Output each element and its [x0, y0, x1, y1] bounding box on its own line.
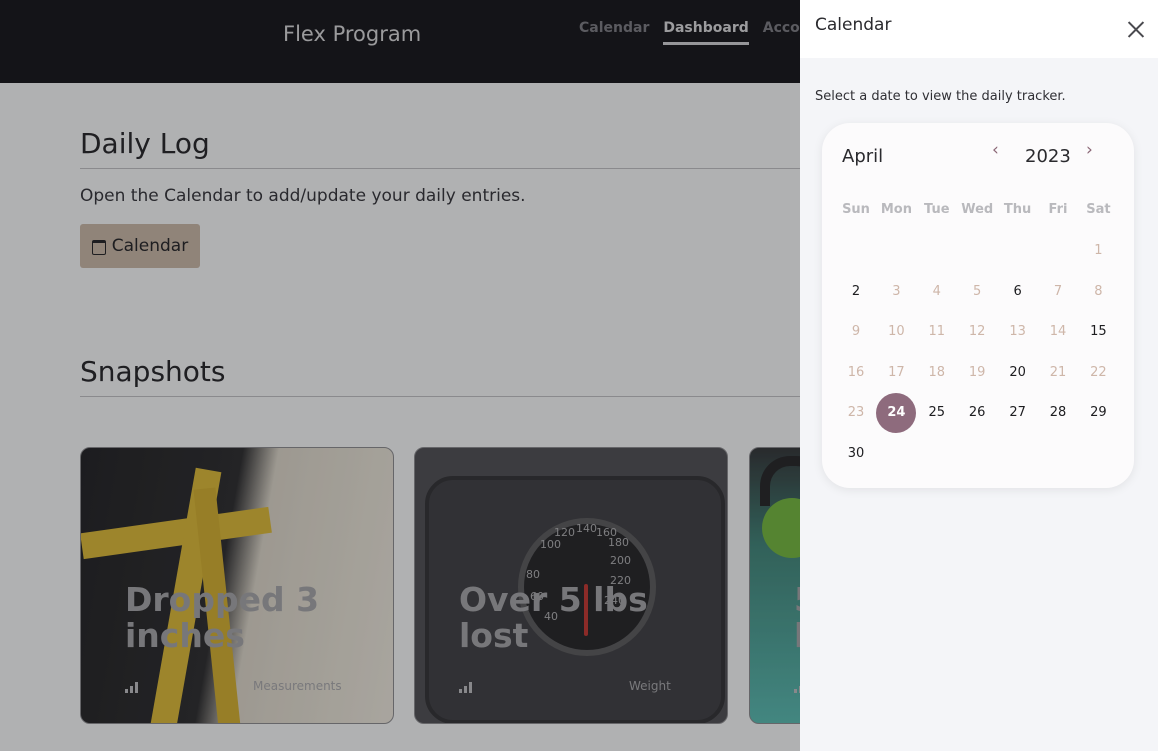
- calendar-day[interactable]: 6: [998, 272, 1038, 312]
- calendar-day[interactable]: 17: [876, 353, 916, 393]
- calendar-day[interactable]: 26: [957, 393, 997, 433]
- calendar-month[interactable]: April: [842, 146, 883, 167]
- calendar-day[interactable]: 3: [876, 272, 916, 312]
- calendar-day[interactable]: 30: [836, 434, 876, 474]
- calendar-day[interactable]: 8: [1078, 272, 1118, 312]
- weekday-header: Fri: [1048, 202, 1068, 217]
- date-picker: April ‹ 2023 › Sun Mon Tue Wed Thu Fri Sat 1 2 3 4…: [822, 123, 1134, 488]
- calendar-day[interactable]: 5: [957, 272, 997, 312]
- calendar-day[interactable]: 23: [836, 393, 876, 433]
- calendar-day-selected[interactable]: 24: [876, 393, 917, 433]
- calendar-day[interactable]: 16: [836, 353, 876, 393]
- calendar-day[interactable]: 22: [1078, 353, 1118, 393]
- calendar-day[interactable]: 25: [917, 393, 957, 433]
- calendar-day[interactable]: 21: [1038, 353, 1078, 393]
- close-icon[interactable]: [1127, 20, 1145, 38]
- weekday-header: Tue: [924, 202, 950, 217]
- calendar-day[interactable]: 9: [836, 312, 876, 352]
- calendar-day[interactable]: 14: [1038, 312, 1078, 352]
- calendar-day[interactable]: 15: [1078, 312, 1118, 352]
- calendar-day[interactable]: 18: [917, 353, 957, 393]
- calendar-day[interactable]: 2: [836, 272, 876, 312]
- weekday-header: Wed: [961, 202, 994, 217]
- calendar-day[interactable]: 7: [1038, 272, 1078, 312]
- weekday-header: Thu: [1003, 202, 1032, 217]
- drawer-title: Calendar: [815, 15, 892, 35]
- calendar-day[interactable]: 10: [876, 312, 916, 352]
- calendar-day[interactable]: 20: [998, 353, 1038, 393]
- drawer-hint: Select a date to view the daily tracker.: [815, 89, 1066, 104]
- calendar-day[interactable]: 27: [998, 393, 1038, 433]
- calendar-drawer: Calendar Select a date to view the daily…: [800, 0, 1158, 751]
- weekday-header: Sat: [1086, 202, 1111, 217]
- calendar-day[interactable]: 1: [1078, 231, 1118, 271]
- weekday-header: Mon: [880, 202, 912, 217]
- calendar-day[interactable]: 29: [1078, 393, 1118, 433]
- weekday-header: Sun: [842, 202, 870, 217]
- calendar-day[interactable]: 11: [917, 312, 957, 352]
- calendar-day[interactable]: 13: [998, 312, 1038, 352]
- calendar-day[interactable]: 12: [957, 312, 997, 352]
- chevron-left-icon[interactable]: ‹: [992, 140, 999, 160]
- chevron-right-icon[interactable]: ›: [1086, 140, 1093, 160]
- calendar-day[interactable]: 19: [957, 353, 997, 393]
- calendar-day[interactable]: 4: [917, 272, 957, 312]
- modal-backdrop[interactable]: [0, 0, 800, 751]
- calendar-year[interactable]: 2023: [1025, 146, 1071, 167]
- drawer-header: Calendar: [800, 0, 1158, 58]
- calendar-day[interactable]: 28: [1038, 393, 1078, 433]
